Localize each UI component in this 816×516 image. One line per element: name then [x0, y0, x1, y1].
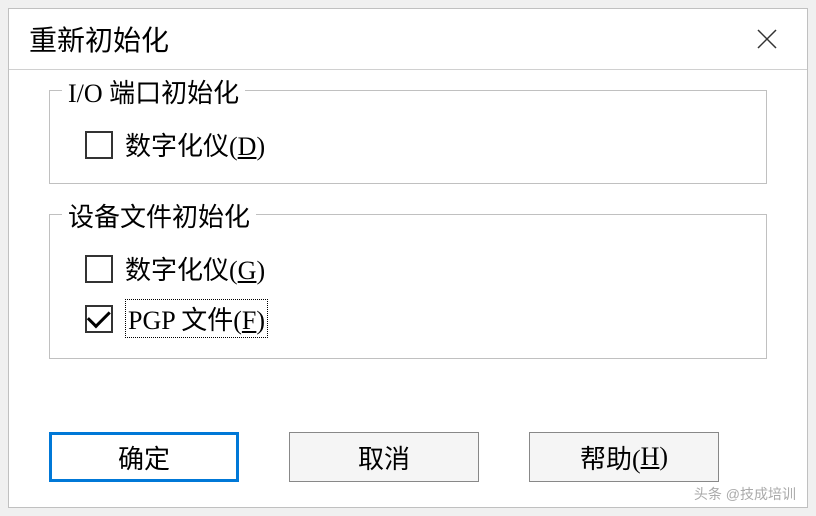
digitizer-d-label: 数字化仪(D)	[125, 126, 265, 163]
button-row: 确定 取消 帮助(H)	[9, 417, 807, 507]
digitizer-d-checkbox[interactable]	[85, 131, 113, 159]
io-port-init-group: I/O 端口初始化 数字化仪(D)	[49, 90, 767, 184]
digitizer-d-row[interactable]: 数字化仪(D)	[75, 126, 741, 163]
ok-button[interactable]: 确定	[49, 432, 239, 482]
pgp-file-label: PGP 文件(F)	[125, 299, 268, 338]
close-icon	[755, 27, 779, 51]
digitizer-g-label: 数字化仪(G)	[125, 250, 265, 287]
cancel-button[interactable]: 取消	[289, 432, 479, 482]
device-file-group-title: 设备文件初始化	[62, 197, 256, 234]
digitizer-g-row[interactable]: 数字化仪(G)	[75, 250, 741, 287]
dialog-content: I/O 端口初始化 数字化仪(D) 设备文件初始化 数字化仪(G) PGP 文件…	[9, 70, 807, 417]
io-port-group-title: I/O 端口初始化	[62, 73, 245, 110]
pgp-file-checkbox[interactable]	[85, 305, 113, 333]
reinitialize-dialog: 重新初始化 I/O 端口初始化 数字化仪(D) 设备文件初始化 数字化仪	[8, 8, 808, 508]
pgp-file-row[interactable]: PGP 文件(F)	[75, 299, 741, 338]
digitizer-g-checkbox[interactable]	[85, 255, 113, 283]
help-button[interactable]: 帮助(H)	[529, 432, 719, 482]
watermark: 头条 @技成培训	[694, 484, 796, 504]
titlebar: 重新初始化	[9, 9, 807, 70]
device-file-init-group: 设备文件初始化 数字化仪(G) PGP 文件(F)	[49, 214, 767, 359]
close-button[interactable]	[747, 19, 787, 59]
dialog-title: 重新初始化	[29, 19, 169, 59]
